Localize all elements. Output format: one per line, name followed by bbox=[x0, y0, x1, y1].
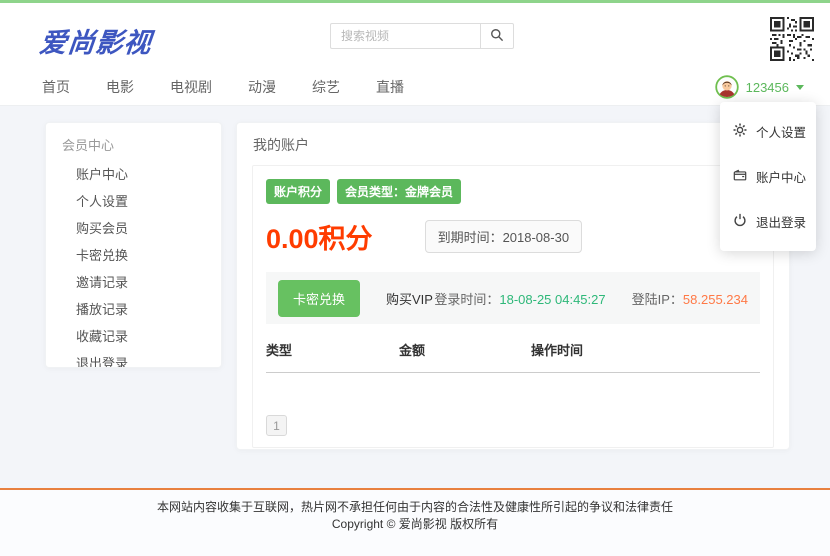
sidebar-item-personal-settings[interactable]: 个人设置 bbox=[62, 188, 205, 215]
login-time-value: 18-08-25 04:45:27 bbox=[499, 292, 605, 307]
search-button[interactable] bbox=[480, 23, 514, 49]
nav-item-live[interactable]: 直播 bbox=[376, 77, 404, 97]
login-ip-label: 登陆IP： bbox=[632, 292, 683, 307]
pagination-page-1[interactable]: 1 bbox=[266, 415, 287, 436]
nav-item-anime[interactable]: 动漫 bbox=[248, 77, 276, 97]
menu-item-label: 退出登录 bbox=[756, 212, 806, 231]
site-header: 爱尚影视 bbox=[0, 3, 830, 69]
qr-code bbox=[770, 16, 814, 62]
gear-icon bbox=[733, 123, 747, 140]
sidebar-item-invite-records[interactable]: 邀请记录 bbox=[62, 269, 205, 296]
menu-item-account-center[interactable]: 账户中心 bbox=[720, 154, 816, 199]
records-table: 类型 金额 操作时间 bbox=[266, 340, 760, 415]
section-title: 我的账户 bbox=[237, 123, 789, 165]
member-sidebar: 会员中心 账户中心 个人设置 购买会员 卡密兑换 邀请记录 播放记录 收藏记录 … bbox=[45, 122, 222, 368]
login-info: 登录时间：18-08-25 04:45:27 登陆IP：58.255.234 bbox=[434, 289, 748, 308]
menu-item-personal-settings[interactable]: 个人设置 bbox=[720, 109, 816, 154]
menu-item-label: 个人设置 bbox=[756, 122, 806, 141]
user-menu-trigger[interactable]: 123456 bbox=[715, 75, 804, 99]
table-body-empty bbox=[266, 373, 760, 415]
expire-date-box: 到期时间：2018-08-30 bbox=[425, 220, 583, 253]
sidebar-title: 会员中心 bbox=[62, 135, 205, 161]
site-logo[interactable]: 爱尚影视 bbox=[38, 21, 154, 60]
nav-item-movies[interactable]: 电影 bbox=[106, 77, 134, 97]
power-icon bbox=[733, 213, 747, 230]
sidebar-item-account-center[interactable]: 账户中心 bbox=[62, 161, 205, 188]
member-type-badge: 会员类型：金牌会员 bbox=[337, 179, 461, 204]
login-time-label: 登录时间： bbox=[434, 292, 499, 307]
col-header-amount: 金额 bbox=[399, 340, 531, 359]
table-header-row: 类型 金额 操作时间 bbox=[266, 340, 760, 373]
badges-row: 账户积分 会员类型：金牌会员 bbox=[266, 179, 760, 204]
sidebar-item-buy-vip[interactable]: 购买会员 bbox=[62, 215, 205, 242]
menu-item-label: 账户中心 bbox=[756, 167, 806, 186]
user-avatar bbox=[715, 75, 739, 99]
search-bar bbox=[330, 23, 514, 49]
sidebar-item-favorites[interactable]: 收藏记录 bbox=[62, 323, 205, 350]
sidebar-item-logout[interactable]: 退出登录 bbox=[62, 350, 205, 368]
page-content: 会员中心 账户中心 个人设置 购买会员 卡密兑换 邀请记录 播放记录 收藏记录 … bbox=[0, 106, 830, 488]
menu-item-logout[interactable]: 退出登录 bbox=[720, 199, 816, 244]
sidebar-item-play-records[interactable]: 播放记录 bbox=[62, 296, 205, 323]
user-dropdown-menu: 个人设置 账户中心 退出登录 bbox=[720, 102, 816, 251]
footer-copyright: Copyright © 爱尚影视 版权所有 bbox=[0, 516, 830, 533]
account-panel: 我的账户 账户积分 会员类型：金牌会员 0.00积分 到期时间：2018-08-… bbox=[236, 122, 790, 450]
nav-item-home[interactable]: 首页 bbox=[42, 77, 70, 97]
main-nav: 首页 电影 电视剧 动漫 综艺 直播 123456 bbox=[0, 69, 830, 106]
chevron-down-icon bbox=[796, 85, 804, 90]
buy-vip-link[interactable]: 购买VIP bbox=[386, 289, 433, 308]
col-header-type: 类型 bbox=[266, 340, 399, 359]
search-input[interactable] bbox=[330, 23, 480, 49]
search-icon bbox=[490, 28, 504, 45]
wallet-icon bbox=[733, 168, 747, 185]
col-header-time: 操作时间 bbox=[531, 340, 760, 359]
points-badge: 账户积分 bbox=[266, 179, 330, 204]
card-redeem-button[interactable]: 卡密兑换 bbox=[278, 280, 360, 317]
footer-disclaimer: 本网站内容收集于互联网，热片网不承担任何由于内容的合法性及健康性所引起的争议和法… bbox=[0, 499, 830, 516]
user-name: 123456 bbox=[746, 80, 789, 95]
page-footer: 本网站内容收集于互联网，热片网不承担任何由于内容的合法性及健康性所引起的争议和法… bbox=[0, 488, 830, 556]
login-ip-value: 58.255.234 bbox=[683, 292, 748, 307]
nav-item-variety[interactable]: 综艺 bbox=[312, 77, 340, 97]
nav-item-tv[interactable]: 电视剧 bbox=[170, 77, 212, 97]
points-value: 0.00积分 bbox=[266, 217, 373, 256]
sidebar-item-card-redeem[interactable]: 卡密兑换 bbox=[62, 242, 205, 269]
account-detail-panel: 账户积分 会员类型：金牌会员 0.00积分 到期时间：2018-08-30 卡密… bbox=[252, 165, 774, 448]
actions-bar: 卡密兑换 购买VIP 登录时间：18-08-25 04:45:27 登陆IP：5… bbox=[266, 272, 760, 324]
points-row: 0.00积分 到期时间：2018-08-30 bbox=[266, 217, 760, 256]
